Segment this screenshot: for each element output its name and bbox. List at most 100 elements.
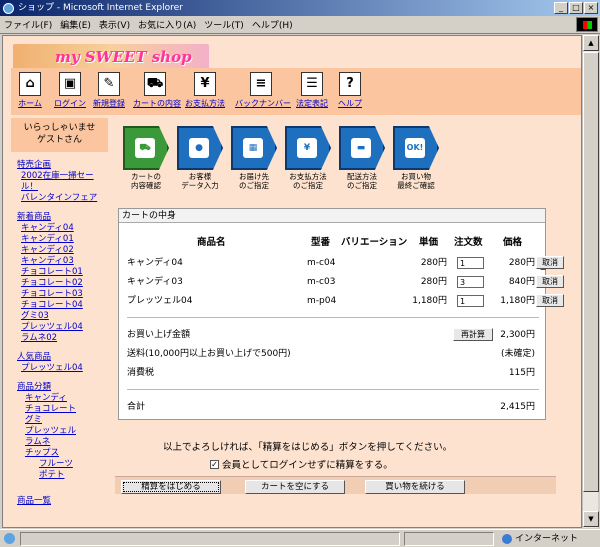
recalculate-button[interactable]: 再計算 bbox=[453, 328, 493, 341]
nav-label[interactable]: ヘルプ bbox=[337, 98, 363, 109]
menu-tools[interactable]: ツール(T) bbox=[204, 18, 244, 31]
subtotal-label: お買い上げ金額 bbox=[127, 330, 191, 340]
close-button[interactable]: × bbox=[584, 2, 598, 14]
sidebar-popular-head[interactable]: 人気商品 bbox=[17, 351, 108, 363]
step-payment: ¥ お支払方法 のご指定 bbox=[283, 126, 333, 190]
nav-label[interactable]: 新規登録 bbox=[91, 98, 127, 109]
sidebar-link[interactable]: プレッツェル bbox=[17, 426, 108, 437]
sidebar-link[interactable]: チョコレート03 bbox=[17, 289, 108, 300]
sidebar-link[interactable]: 2002在庫一掃セール！ bbox=[17, 171, 108, 193]
globe-icon bbox=[502, 533, 512, 544]
sidebar-link[interactable]: チョコレート04 bbox=[17, 300, 108, 311]
sidebar-sublink[interactable]: ポテト bbox=[17, 470, 108, 481]
sidebar-sublink[interactable]: フルーツ bbox=[17, 459, 108, 470]
sidebar-link[interactable]: キャンディ01 bbox=[17, 234, 108, 245]
sidebar-link[interactable]: バレンタインフェア bbox=[17, 193, 108, 204]
nav-label[interactable]: カートの内容 bbox=[133, 98, 181, 109]
sidebar-link[interactable]: ラムネ bbox=[17, 437, 108, 448]
header-amount: 価格 bbox=[503, 237, 523, 248]
menu-favorites[interactable]: お気に入り(A) bbox=[138, 18, 196, 31]
windows-logo-icon bbox=[576, 17, 598, 32]
nav-label[interactable]: ホーム bbox=[15, 98, 45, 109]
yen-icon: ¥ bbox=[194, 72, 216, 96]
truck-icon: ▬ bbox=[351, 138, 371, 158]
remove-item-button[interactable]: 取消 bbox=[536, 256, 564, 269]
sidebar-link[interactable]: プレッツェル04 bbox=[17, 322, 108, 333]
step-label: 内容確認 bbox=[131, 181, 161, 190]
page-viewport: my SWEET shop ⌂ ホーム ▣ ログイン ✎ 新規登録 ⛟ カートの… bbox=[2, 35, 582, 528]
sidebar-link[interactable]: プレッツェル04 bbox=[17, 363, 108, 374]
shop-logo[interactable]: my SWEET shop bbox=[13, 44, 209, 70]
empty-cart-button[interactable]: カートを空にする bbox=[245, 480, 345, 494]
scroll-thumb[interactable] bbox=[583, 52, 599, 492]
nav-cart[interactable]: ⛟ カートの内容 bbox=[133, 72, 181, 109]
step-label: お客様 bbox=[188, 172, 212, 181]
box-icon: ▦ bbox=[243, 138, 263, 158]
nav-label[interactable]: バックナンバー bbox=[235, 98, 291, 109]
nav-label[interactable]: 法定表記 bbox=[295, 98, 329, 109]
nav-backnumber[interactable]: ≡ バックナンバー bbox=[235, 72, 291, 109]
sidebar-link[interactable]: チョコレート01 bbox=[17, 267, 108, 278]
total-value: 2,415円 bbox=[500, 402, 535, 412]
tax-value: 115円 bbox=[508, 368, 535, 378]
window-titlebar: ショップ - Microsoft Internet Explorer _ □ × bbox=[0, 0, 600, 16]
item-amount: 840円 bbox=[508, 277, 535, 287]
checkout-button[interactable]: 精算をはじめる bbox=[121, 480, 221, 494]
sidebar-new-head[interactable]: 新着商品 bbox=[17, 211, 108, 223]
menu-help[interactable]: ヘルプ(H) bbox=[252, 18, 293, 31]
item-name: プレッツェル04 bbox=[127, 296, 193, 306]
nav-login[interactable]: ▣ ログイン bbox=[53, 72, 87, 109]
sidebar-all-head[interactable]: 商品一覧 bbox=[17, 495, 108, 507]
minimize-button[interactable]: _ bbox=[554, 2, 568, 14]
remove-item-button[interactable]: 取消 bbox=[536, 275, 564, 288]
quantity-input[interactable] bbox=[457, 276, 484, 288]
pen-icon: ✎ bbox=[98, 72, 120, 96]
scroll-down-icon[interactable]: ▼ bbox=[583, 511, 599, 527]
menu-bar: ファイル(F) 編集(E) 表示(V) お気に入り(A) ツール(T) ヘルプ(… bbox=[0, 16, 600, 34]
zone-label: インターネット bbox=[515, 534, 579, 544]
nav-help[interactable]: ? ヘルプ bbox=[337, 72, 363, 109]
sidebar-link[interactable]: キャンディ02 bbox=[17, 245, 108, 256]
status-bar: インターネット bbox=[0, 529, 600, 547]
nav-legal[interactable]: ☰ 法定表記 bbox=[295, 72, 329, 109]
sidebar-link[interactable]: グミ03 bbox=[17, 311, 108, 322]
sidebar-link[interactable]: グミ bbox=[17, 415, 108, 426]
nav-label[interactable]: お支払方法 bbox=[185, 98, 225, 109]
nav-register[interactable]: ✎ 新規登録 bbox=[91, 72, 127, 109]
sidebar-link[interactable]: チョコレート bbox=[17, 404, 108, 415]
nav-payment[interactable]: ¥ お支払方法 bbox=[185, 72, 225, 109]
scroll-up-icon[interactable]: ▲ bbox=[583, 35, 599, 51]
sidebar-special-head[interactable]: 特売企画 bbox=[17, 159, 108, 171]
sidebar-category-head[interactable]: 商品分類 bbox=[17, 381, 108, 393]
header-variation: バリエーション bbox=[341, 237, 408, 248]
step-label: お届け先 bbox=[239, 172, 269, 181]
remove-item-button[interactable]: 取消 bbox=[536, 294, 564, 307]
sidebar-link[interactable]: チョコレート02 bbox=[17, 278, 108, 289]
sidebar-link[interactable]: ラムネ02 bbox=[17, 333, 108, 344]
logo-text: my SWEET shop bbox=[55, 48, 192, 66]
nav-home[interactable]: ⌂ ホーム bbox=[15, 72, 45, 109]
guest-checkout-checkbox[interactable]: ✓ bbox=[210, 459, 219, 469]
checkout-steps: ⛟ カートの 内容確認 ● お客様 データ入力 ▦ お届け先 のご指定 ¥ お支払方法… bbox=[121, 126, 441, 196]
sidebar-link[interactable]: キャンディ04 bbox=[17, 223, 108, 234]
nav-label[interactable]: ログイン bbox=[53, 98, 87, 109]
quantity-input[interactable] bbox=[457, 295, 484, 307]
continue-shopping-button[interactable]: 買い物を続ける bbox=[365, 480, 465, 494]
menu-edit[interactable]: 編集(E) bbox=[60, 18, 91, 31]
header-price: 単価 bbox=[419, 237, 439, 248]
step-label: データ入力 bbox=[181, 181, 219, 190]
step-label: 配送方法 bbox=[347, 172, 377, 181]
checkout-message: 以上でよろしければ、「精算をはじめる」ボタンを押してください。 bbox=[163, 442, 453, 453]
sidebar-link[interactable]: チップス bbox=[17, 448, 108, 459]
magazine-icon: ≡ bbox=[250, 72, 272, 96]
action-button-bar: 精算をはじめる カートを空にする 買い物を続ける bbox=[115, 476, 556, 494]
step-customer: ● お客様 データ入力 bbox=[175, 126, 225, 190]
maximize-button[interactable]: □ bbox=[569, 2, 583, 14]
quantity-input[interactable] bbox=[457, 257, 484, 269]
menu-view[interactable]: 表示(V) bbox=[99, 18, 130, 31]
vertical-scrollbar[interactable]: ▲ ▼ bbox=[582, 35, 599, 528]
sidebar-link[interactable]: キャンディ bbox=[17, 393, 108, 404]
nav-bar: ⌂ ホーム ▣ ログイン ✎ 新規登録 ⛟ カートの内容 ¥ お支払方法 ≡ バ… bbox=[11, 68, 581, 115]
menu-file[interactable]: ファイル(F) bbox=[4, 18, 52, 31]
sidebar-link[interactable]: キャンディ03 bbox=[17, 256, 108, 267]
